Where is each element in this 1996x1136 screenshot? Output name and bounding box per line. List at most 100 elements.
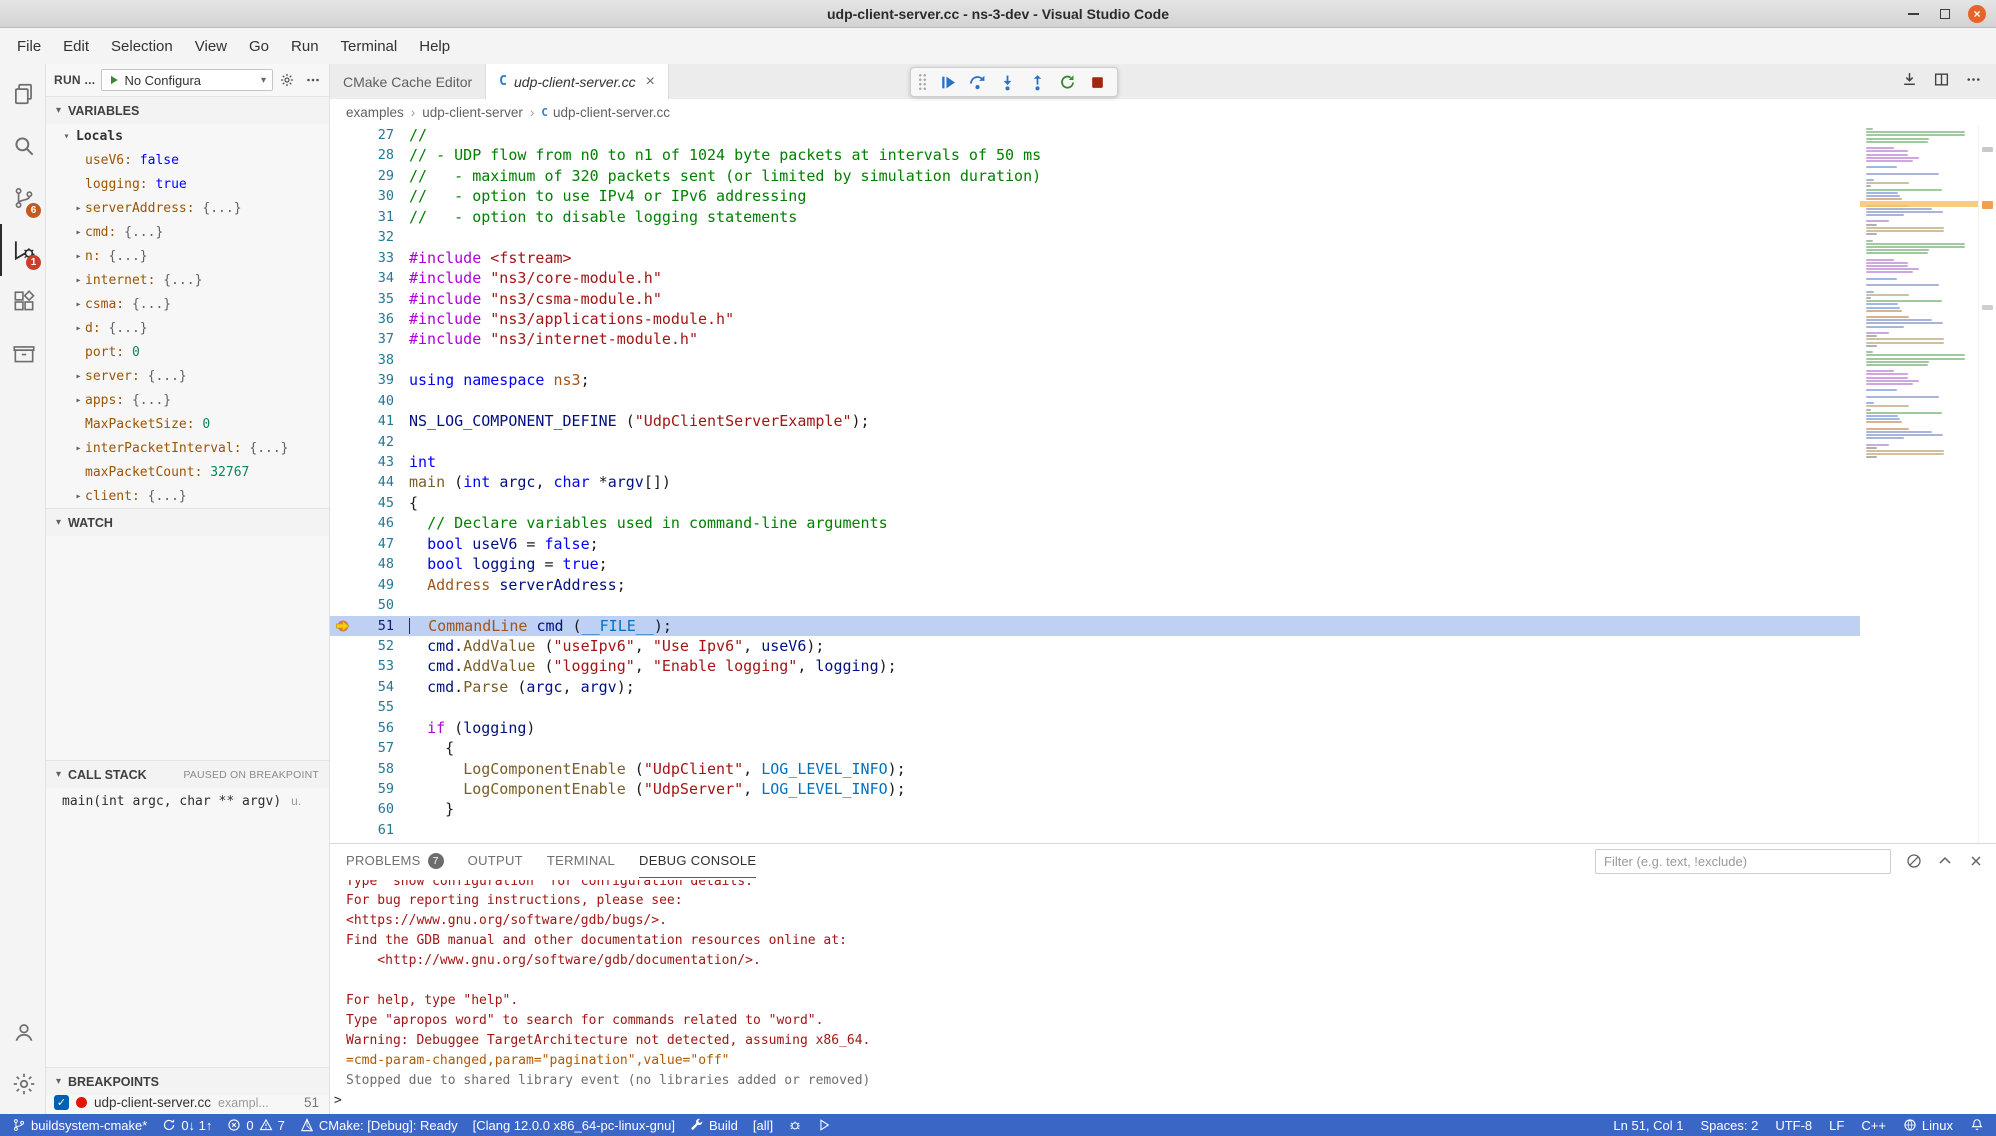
call-stack-frame[interactable]: main(int argc, char ** argv) u. bbox=[46, 788, 329, 814]
variable-n[interactable]: ▸n: {...} bbox=[46, 244, 329, 268]
panel-tab-debug-console[interactable]: DEBUG CONSOLE bbox=[639, 844, 756, 878]
code-line-29[interactable]: 29// - maximum of 320 packets sent (or l… bbox=[330, 166, 1860, 186]
variable-interpacketinterval[interactable]: ▸interPacketInterval: {...} bbox=[46, 436, 329, 460]
console-prompt[interactable]: > bbox=[334, 1091, 1996, 1111]
minimap[interactable] bbox=[1860, 125, 1978, 843]
menu-go[interactable]: Go bbox=[238, 32, 280, 61]
code-line-46[interactable]: 46 // Declare variables used in command-… bbox=[330, 513, 1860, 533]
code-line-60[interactable]: 60 } bbox=[330, 799, 1860, 819]
code-line-42[interactable]: 42 bbox=[330, 432, 1860, 452]
code-line-37[interactable]: 37#include "ns3/internet-module.h" bbox=[330, 329, 1860, 349]
manage-button[interactable] bbox=[0, 1058, 45, 1110]
variable-server[interactable]: ▸server: {...} bbox=[46, 364, 329, 388]
panel-tab-problems[interactable]: PROBLEMS7 bbox=[346, 844, 444, 878]
code-line-53[interactable]: 53 cmd.AddValue ("logging", "Enable logg… bbox=[330, 656, 1860, 676]
variable-cmd[interactable]: ▸cmd: {...} bbox=[46, 220, 329, 244]
step-over-button[interactable] bbox=[964, 69, 990, 95]
code-line-56[interactable]: 56 if (logging) bbox=[330, 718, 1860, 738]
code-line-36[interactable]: 36#include "ns3/applications-module.h" bbox=[330, 309, 1860, 329]
variable-d[interactable]: ▸d: {...} bbox=[46, 316, 329, 340]
activity-search-button[interactable] bbox=[0, 120, 45, 172]
menu-edit[interactable]: Edit bbox=[52, 32, 100, 61]
split-editor-icon[interactable] bbox=[1933, 71, 1950, 93]
maximize-panel-icon[interactable] bbox=[1937, 853, 1953, 869]
variables-section-header[interactable]: ▾ VARIABLES bbox=[46, 96, 329, 124]
code-line-47[interactable]: 47 bool useV6 = false; bbox=[330, 534, 1860, 554]
breakpoint-checkbox[interactable]: ✓ bbox=[54, 1095, 69, 1110]
code-line-39[interactable]: 39using namespace ns3; bbox=[330, 370, 1860, 390]
code-line-44[interactable]: 44main (int argc, char *argv[]) bbox=[330, 472, 1860, 492]
code-line-57[interactable]: 57 { bbox=[330, 738, 1860, 758]
step-into-button[interactable] bbox=[994, 69, 1020, 95]
editor-tab-cmake-cache-editor[interactable]: CMake Cache Editor bbox=[330, 64, 486, 99]
code-line-32[interactable]: 32 bbox=[330, 227, 1860, 247]
code-line-49[interactable]: 49 Address serverAddress; bbox=[330, 575, 1860, 595]
variable-usev6[interactable]: useV6: false bbox=[46, 148, 329, 172]
activity-explorer-button[interactable] bbox=[0, 68, 45, 120]
breadcrumb-item-examples[interactable]: examples bbox=[346, 105, 404, 120]
code-line-41[interactable]: 41NS_LOG_COMPONENT_DEFINE ("UdpClientSer… bbox=[330, 411, 1860, 431]
variable-serveraddress[interactable]: ▸serverAddress: {...} bbox=[46, 196, 329, 220]
status-item-clang-12-0-0-x86-64-pc-linux-gnu[interactable]: [Clang 12.0.0 x86_64-pc-linux-gnu] bbox=[473, 1118, 675, 1133]
code-line-52[interactable]: 52 cmd.AddValue ("useIpv6", "Use Ipv6", … bbox=[330, 636, 1860, 656]
code-line-33[interactable]: 33#include <fstream> bbox=[330, 248, 1860, 268]
variable-maxpacketsize[interactable]: MaxPacketSize: 0 bbox=[46, 412, 329, 436]
editor-tab-udp-client-server-cc[interactable]: Cudp-client-server.cc× bbox=[486, 64, 669, 99]
code-line-43[interactable]: 43int bbox=[330, 452, 1860, 472]
code-line-48[interactable]: 48 bool logging = true; bbox=[330, 554, 1860, 574]
more-actions-icon[interactable] bbox=[305, 72, 321, 88]
window-maximize-button[interactable] bbox=[1936, 5, 1954, 23]
window-minimize-button[interactable] bbox=[1904, 5, 1922, 23]
code-line-45[interactable]: 45{ bbox=[330, 493, 1860, 513]
debug-console-output[interactable]: Type "show configuration" for configurat… bbox=[330, 878, 1996, 1114]
menu-file[interactable]: File bbox=[6, 32, 52, 61]
breakpoints-section-header[interactable]: ▾ BREAKPOINTS bbox=[46, 1067, 329, 1095]
console-filter-input[interactable] bbox=[1595, 849, 1891, 874]
code-line-27[interactable]: 27// bbox=[330, 125, 1860, 145]
status-item-buildsystem-cmake[interactable]: buildsystem-cmake* bbox=[12, 1118, 147, 1133]
panel-tab-output[interactable]: OUTPUT bbox=[468, 844, 523, 878]
variables-scope-locals[interactable]: ▾ Locals bbox=[46, 124, 329, 148]
status-item-0[interactable]: 07 bbox=[227, 1118, 284, 1133]
step-out-button[interactable] bbox=[1024, 69, 1050, 95]
continue-button[interactable] bbox=[934, 69, 960, 95]
export-icon[interactable] bbox=[1901, 71, 1918, 93]
close-tab-icon[interactable]: × bbox=[646, 73, 655, 91]
status-item-build[interactable]: Build bbox=[690, 1118, 738, 1133]
code-line-38[interactable]: 38 bbox=[330, 350, 1860, 370]
activity-source-control-button[interactable]: 6 bbox=[0, 172, 45, 224]
more-actions-icon[interactable] bbox=[1965, 71, 1982, 93]
status-item-ln-51-col-1[interactable]: Ln 51, Col 1 bbox=[1613, 1118, 1683, 1133]
stop-button[interactable] bbox=[1084, 69, 1110, 95]
activity-run-debug-button[interactable]: 1 bbox=[0, 224, 45, 276]
code-line-50[interactable]: 50 bbox=[330, 595, 1860, 615]
variable-csma[interactable]: ▸csma: {...} bbox=[46, 292, 329, 316]
clear-console-icon[interactable] bbox=[1906, 853, 1922, 869]
menu-run[interactable]: Run bbox=[280, 32, 330, 61]
debug-config-dropdown[interactable]: No Configura ▾ bbox=[101, 69, 273, 91]
code-line-28[interactable]: 28// - UDP flow from n0 to n1 of 1024 by… bbox=[330, 145, 1860, 165]
code-line-35[interactable]: 35#include "ns3/csma-module.h" bbox=[330, 289, 1860, 309]
breadcrumb-item-udp-client-server[interactable]: udp-client-server bbox=[422, 105, 523, 120]
status-item-c[interactable]: C++ bbox=[1861, 1118, 1886, 1133]
watch-section-header[interactable]: ▾ WATCH bbox=[46, 508, 329, 536]
menu-selection[interactable]: Selection bbox=[100, 32, 184, 61]
status-item-lf[interactable]: LF bbox=[1829, 1118, 1844, 1133]
status-item-cmake-debug-ready[interactable]: CMake: [Debug]: Ready bbox=[300, 1118, 458, 1133]
breadcrumb-item-udp-client-server-cc[interactable]: Cudp-client-server.cc bbox=[541, 105, 670, 120]
status-item-linux[interactable]: Linux bbox=[1903, 1118, 1953, 1133]
code-line-54[interactable]: 54 cmd.Parse (argc, argv); bbox=[330, 677, 1860, 697]
status-item-play[interactable] bbox=[817, 1118, 831, 1132]
title-bar[interactable]: udp-client-server.cc - ns-3-dev - Visual… bbox=[0, 0, 1996, 28]
call-stack-section-header[interactable]: ▾ CALL STACK PAUSED ON BREAKPOINT bbox=[46, 760, 329, 788]
status-item-0-1[interactable]: 0↓ 1↑ bbox=[162, 1118, 212, 1133]
restart-button[interactable] bbox=[1054, 69, 1080, 95]
code-line-34[interactable]: 34#include "ns3/core-module.h" bbox=[330, 268, 1860, 288]
menu-terminal[interactable]: Terminal bbox=[330, 32, 409, 61]
code-line-58[interactable]: 58 LogComponentEnable ("UdpClient", LOG_… bbox=[330, 759, 1860, 779]
menu-view[interactable]: View bbox=[184, 32, 238, 61]
code-line-51[interactable]: 51 CommandLine cmd (__FILE__); bbox=[330, 616, 1860, 636]
code-line-61[interactable]: 61 bbox=[330, 820, 1860, 840]
gear-icon[interactable] bbox=[279, 72, 295, 88]
status-item-all[interactable]: [all] bbox=[753, 1118, 773, 1133]
